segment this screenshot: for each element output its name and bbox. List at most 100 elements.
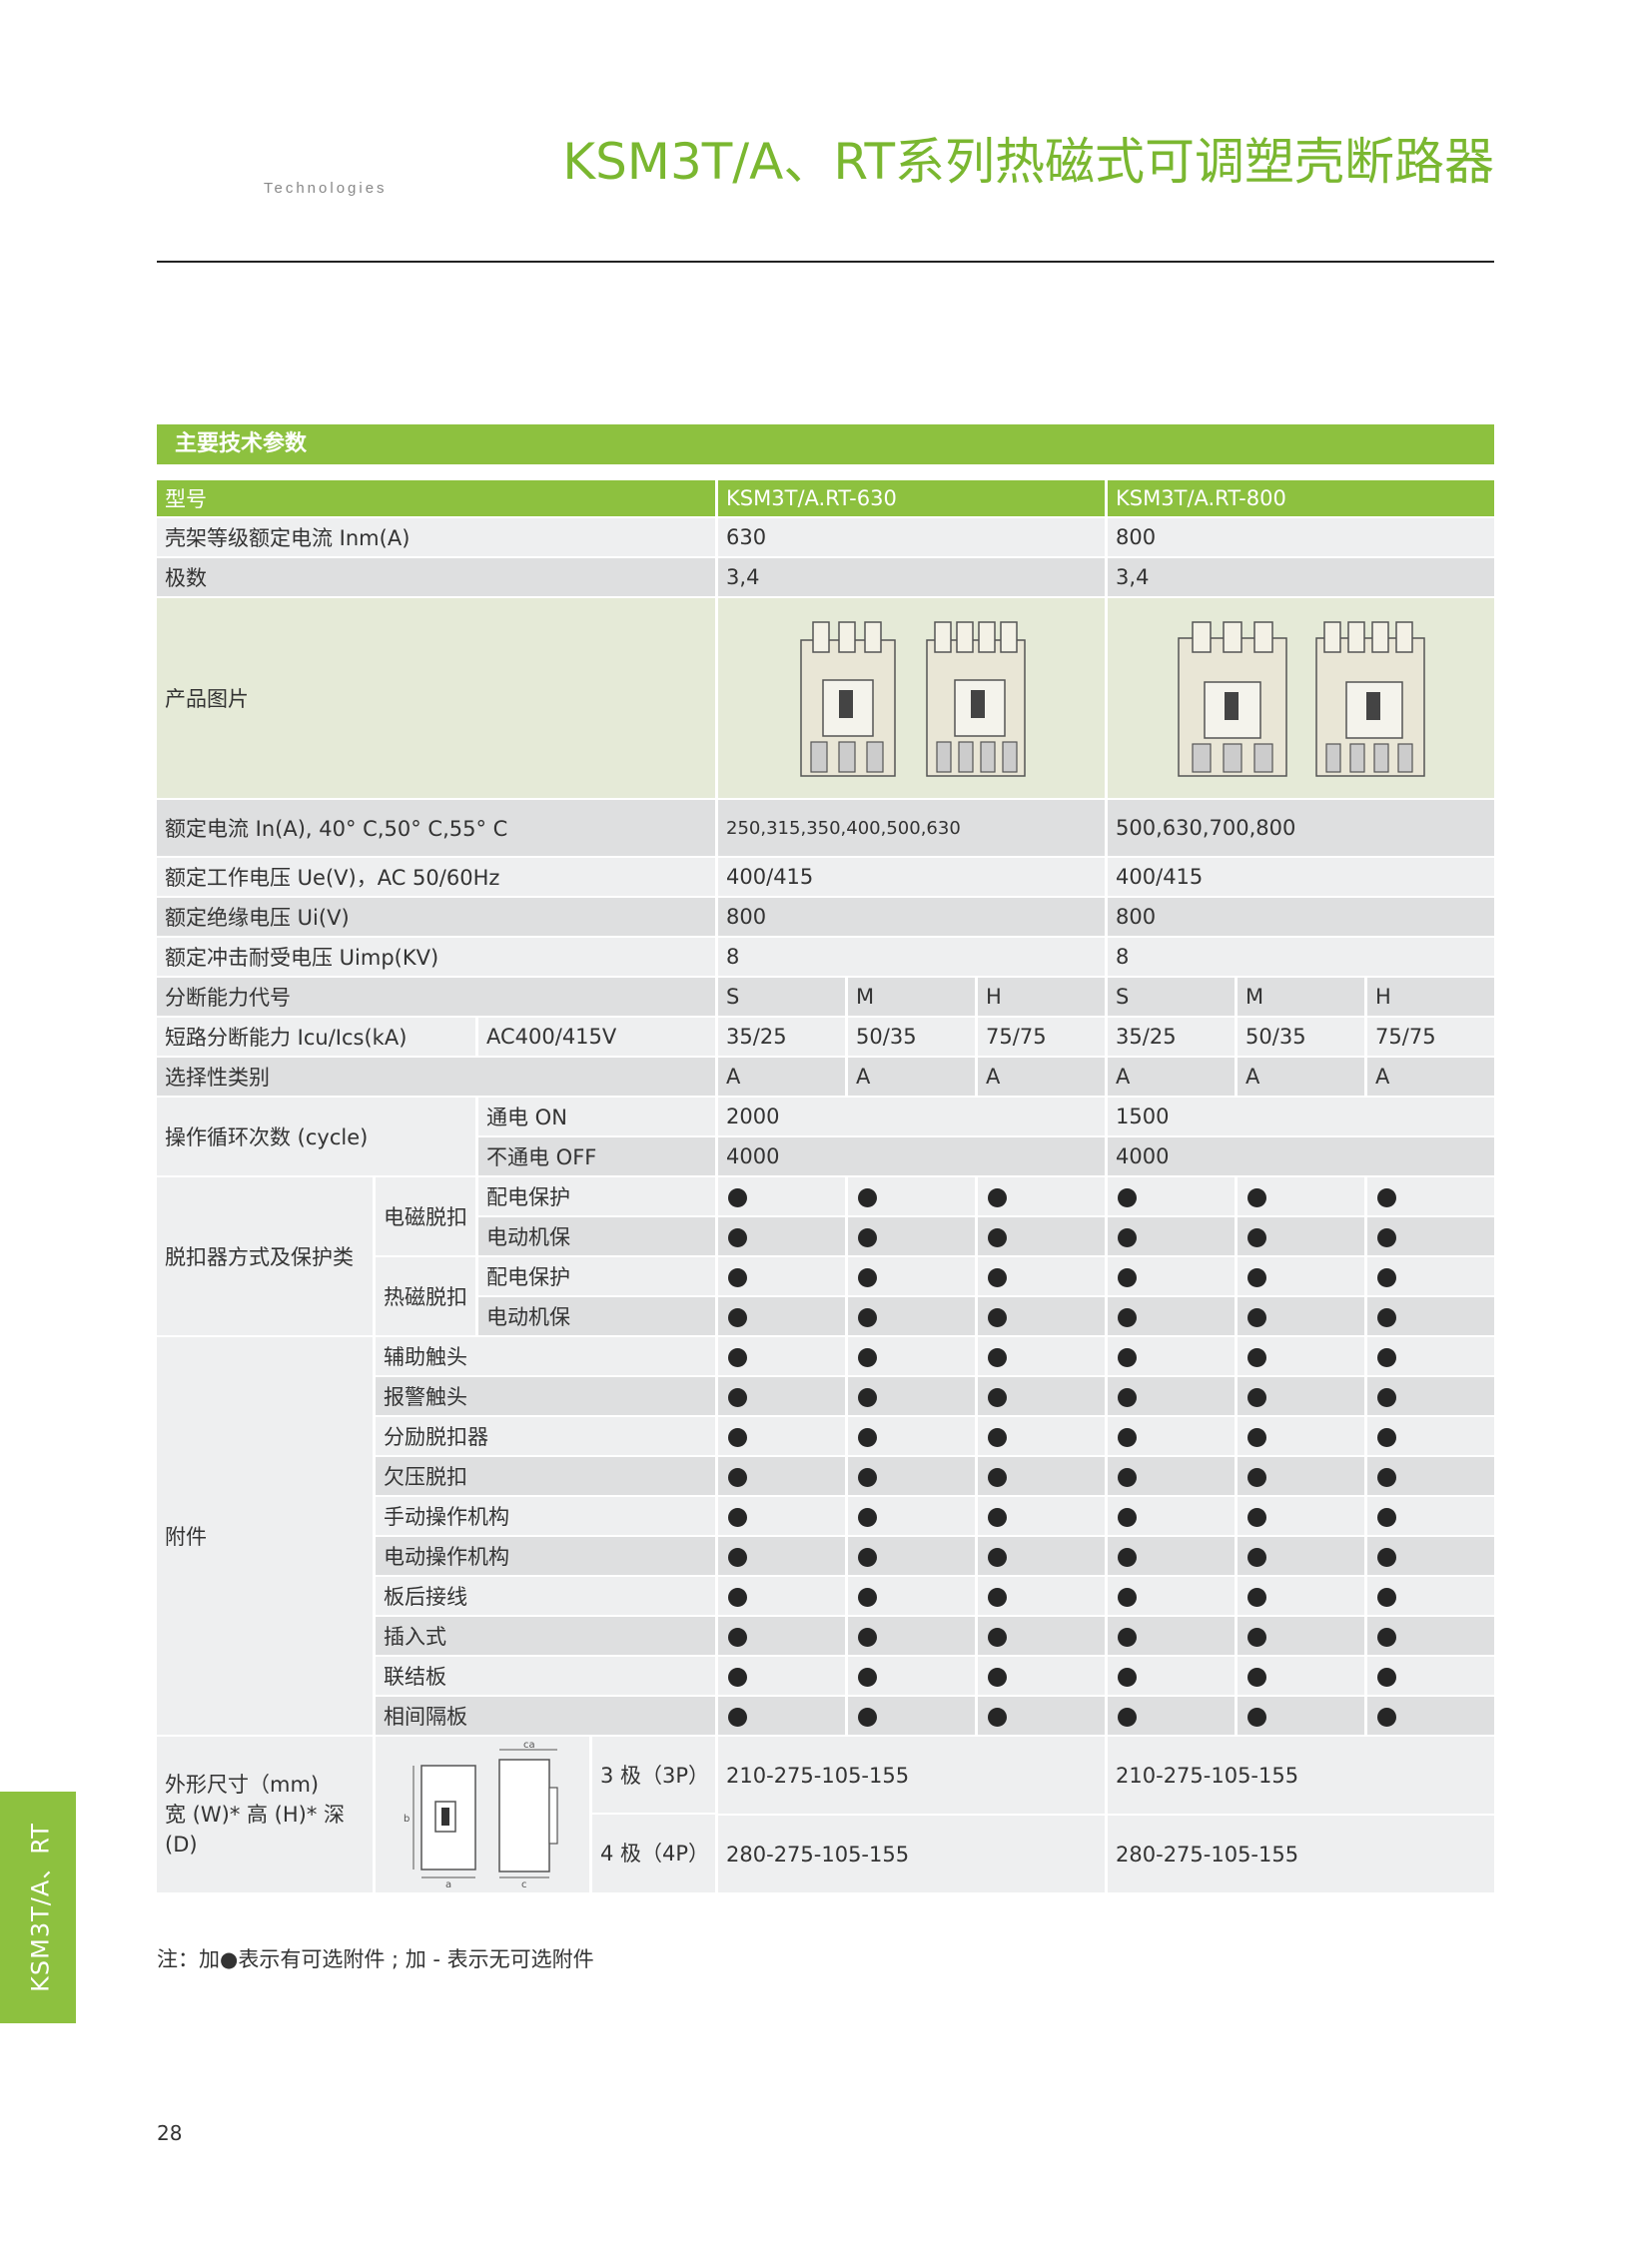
accessory-label: 欠压脱扣 [376,1457,719,1497]
optional-dot [848,1257,979,1297]
row-label: 短路分断能力 Icu/Ics(kA) [157,1018,478,1058]
optional-dot [718,1657,849,1697]
filled-dot-icon [1118,1227,1138,1247]
side-tab: KSM3T/A、RT [0,1792,76,2023]
filled-dot-icon [728,1387,748,1407]
filled-dot-icon [858,1267,878,1287]
accessory-label: 板后接线 [376,1577,719,1617]
optional-dot [978,1617,1109,1657]
optional-dot [1238,1177,1368,1217]
cell-value: 630 [718,518,1109,558]
optional-dot [718,1617,849,1657]
table-row: 极数 3,4 3,4 [157,558,1495,598]
table-header-row: 型号 KSM3T/A.RT-630 KSM3T/A.RT-800 [157,480,1495,518]
optional-dot [1108,1497,1239,1537]
optional-dot [1238,1497,1368,1537]
row-label: 附件 [157,1337,376,1737]
filled-dot-icon [858,1347,878,1367]
filled-dot-icon [988,1267,1008,1287]
footnote: 注：加●表示有可选附件 ; 加 - 表示无可选附件 [157,1947,594,1971]
row-sublabel: 电动机保 [478,1297,719,1337]
cell-value: S [718,978,849,1018]
filled-dot-icon [1118,1467,1138,1487]
optional-dot [978,1257,1109,1297]
optional-dot [978,1457,1109,1497]
optional-dot [978,1497,1109,1537]
cell-value: 4000 [1108,1137,1495,1177]
filled-dot-icon [728,1427,748,1447]
optional-dot [1238,1657,1368,1697]
cell-value: 35/25 [1108,1018,1239,1058]
optional-dot [1108,1377,1239,1417]
filled-dot-icon [988,1587,1008,1607]
filled-dot-icon [1118,1707,1138,1727]
filled-dot-icon [728,1227,748,1247]
cell-value: H [978,978,1109,1018]
cell-value: S [1108,978,1239,1018]
optional-dot [1238,1537,1368,1577]
cell-value: A [1108,1058,1239,1098]
table-row: 短路分断能力 Icu/Ics(kA) AC400/415V 35/25 50/3… [157,1018,1495,1058]
filled-dot-icon [858,1587,878,1607]
dim-label-b: b [404,1814,410,1825]
optional-dot [1367,1617,1495,1657]
filled-dot-icon [1118,1347,1138,1367]
filled-dot-icon [1377,1707,1397,1727]
filled-dot-icon [988,1427,1008,1447]
cell-value: 250,315,350,400,500,630 [718,800,1109,858]
optional-dot [978,1697,1109,1737]
cell-value: 75/75 [1367,1018,1495,1058]
dim-label-ca: ca [523,1740,535,1751]
row-label: 极数 [157,558,719,598]
table-row: 分断能力代号 S M H S M H [157,978,1495,1018]
row-sublabel: 配电保护 [478,1257,719,1297]
optional-dot [718,1457,849,1497]
breaker-3p-image [799,621,896,777]
optional-dot [978,1577,1109,1617]
filled-dot-icon [1118,1587,1138,1607]
filled-dot-icon [1247,1667,1267,1687]
optional-dot [1238,1337,1368,1377]
accessory-label: 电动操作机构 [376,1537,719,1577]
optional-dot [1238,1457,1368,1497]
table-row: 操作循环次数 (cycle) 通电 ON 2000 1500 [157,1098,1495,1177]
optional-dot [1367,1577,1495,1617]
filled-dot-icon [858,1387,878,1407]
filled-dot-icon [1247,1347,1267,1367]
cell-value: 210-275-105-155 [718,1737,1109,1816]
dims-label-line2: 宽 (W)* 高 (H)* 深 (D) [165,1803,346,1857]
product-image-630 [718,598,1109,800]
optional-dot [1108,1297,1239,1337]
filled-dot-icon [988,1347,1008,1367]
cell-value: 800 [1108,898,1495,938]
page-title: KSM3T/A、RT系列热磁式可调塑壳断路器 [562,133,1494,191]
optional-dot [1238,1617,1368,1657]
cell-value: A [1238,1058,1368,1098]
optional-dot [718,1177,849,1217]
header-model-630: KSM3T/A.RT-630 [718,480,1109,518]
optional-dot [1238,1377,1368,1417]
dims-3p-label: 3 极（3P） [592,1737,716,1815]
optional-dot [848,1497,979,1537]
filled-dot-icon [988,1547,1008,1567]
row-label: 额定绝缘电压 Ui(V) [157,898,719,938]
optional-dot [718,1337,849,1377]
filled-dot-icon [1247,1267,1267,1287]
optional-dot [1367,1217,1495,1257]
dimension-drawing: a b ca c [404,1740,558,1889]
optional-dot [718,1217,849,1257]
optional-dot [848,1337,979,1377]
optional-dot [978,1657,1109,1697]
optional-dot [718,1257,849,1297]
filled-dot-icon [1377,1587,1397,1607]
cell-value: 280-275-105-155 [1108,1816,1495,1894]
filled-dot-icon [1247,1507,1267,1527]
optional-dot [1367,1417,1495,1457]
optional-dot [1108,1697,1239,1737]
dim-label-c: c [521,1879,527,1889]
cell-value: 50/35 [848,1018,979,1058]
dim-label-a: a [445,1879,451,1889]
filled-dot-icon [1118,1507,1138,1527]
filled-dot-icon [1247,1547,1267,1567]
table-row: 额定绝缘电压 Ui(V) 800 800 [157,898,1495,938]
